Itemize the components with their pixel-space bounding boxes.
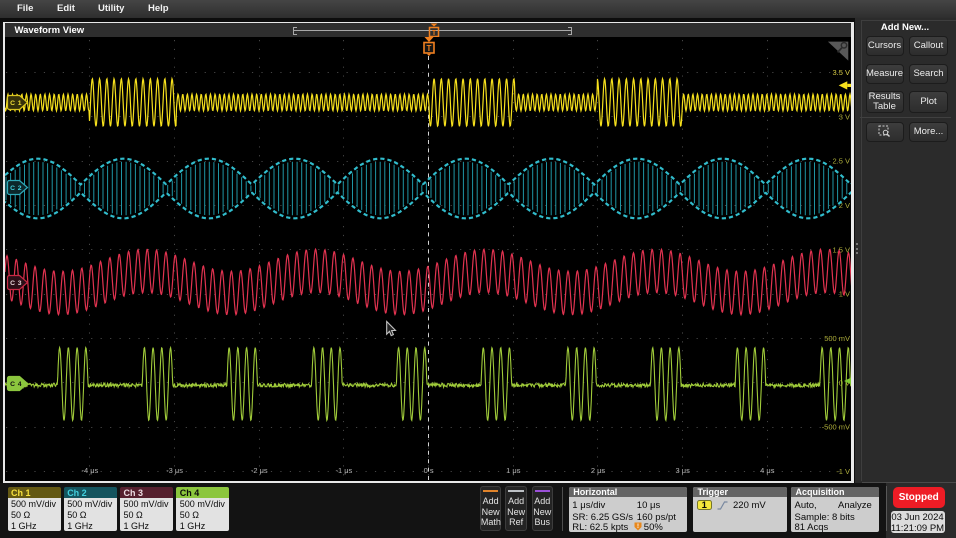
svg-text:T: T xyxy=(427,44,432,53)
svg-text:C 1: C 1 xyxy=(10,100,22,107)
svg-text:3 μs: 3 μs xyxy=(676,466,691,475)
svg-text:C 3: C 3 xyxy=(10,280,22,287)
svg-text:3.5 V: 3.5 V xyxy=(833,68,850,77)
svg-text:2.5 V: 2.5 V xyxy=(833,157,850,166)
svg-text:T: T xyxy=(431,30,436,37)
svg-text:-4 μs: -4 μs xyxy=(82,466,99,475)
svg-text:0 s: 0 s xyxy=(424,466,434,475)
svg-text:3 V: 3 V xyxy=(839,112,850,121)
svg-text:-1 μs: -1 μs xyxy=(335,466,352,475)
svg-text:-500 mV: -500 mV xyxy=(822,423,850,432)
svg-text:C 2: C 2 xyxy=(10,185,22,192)
svg-text:-2 μs: -2 μs xyxy=(251,466,268,475)
svg-text:-3 μs: -3 μs xyxy=(166,466,183,475)
svg-text:C 4: C 4 xyxy=(10,381,22,388)
svg-text:1.5 V: 1.5 V xyxy=(833,245,850,254)
svg-text:500 mV: 500 mV xyxy=(824,334,850,343)
svg-text:2 μs: 2 μs xyxy=(591,466,606,475)
svg-text:!: ! xyxy=(637,524,639,530)
svg-text:4 μs: 4 μs xyxy=(760,466,775,475)
svg-text:-1 V: -1 V xyxy=(836,467,850,476)
svg-text:1 μs: 1 μs xyxy=(506,466,521,475)
